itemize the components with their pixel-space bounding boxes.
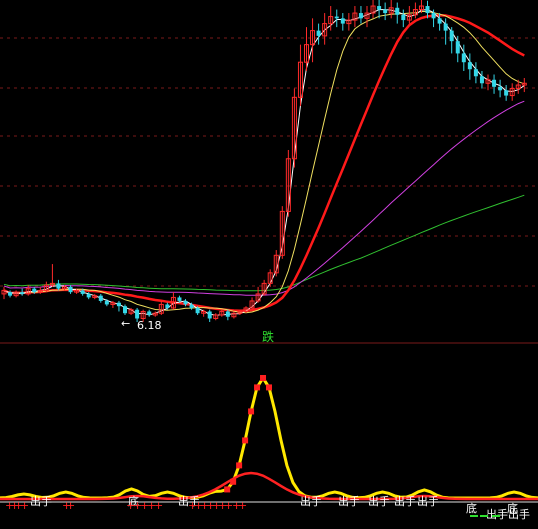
buy-marker: + — [66, 499, 75, 512]
candle-body — [443, 23, 448, 31]
candle-body — [116, 302, 121, 307]
candle-body — [98, 295, 103, 301]
green-marker — [492, 515, 500, 517]
ma-purple-line — [3, 100, 525, 296]
candle-body — [492, 79, 497, 87]
peak-marker — [224, 486, 231, 493]
candle-body — [123, 306, 127, 314]
ma-red-line — [3, 13, 525, 313]
candle-body — [8, 292, 13, 296]
candle-body — [20, 292, 25, 294]
chushou-label: 出手 — [368, 494, 390, 508]
indicator-panel — [0, 375, 538, 503]
candle-body — [316, 30, 321, 36]
candle-body — [334, 16, 339, 19]
low-arrow-icon: ← — [121, 317, 130, 330]
candle-body — [340, 18, 345, 24]
green-marker — [480, 515, 488, 517]
candle-body — [183, 300, 188, 305]
grid-lines — [0, 37, 538, 287]
candle-body — [195, 307, 200, 314]
peak-marker — [236, 462, 243, 469]
green-marker — [470, 515, 478, 517]
candle-body — [473, 69, 478, 77]
candlestick-series — [1, 0, 527, 322]
candle-body — [56, 283, 61, 289]
di-label: 底 — [466, 501, 477, 515]
peak-marker — [260, 375, 267, 381]
candle-body — [401, 14, 406, 21]
candle-body — [225, 311, 230, 317]
buy-marker: + — [20, 499, 29, 512]
stock-chart: 6.18 ← 跌 出手 出手 出手 出手 出手 出手 出手出手 出手底底 底++++ ++ ++++… — [0, 0, 538, 521]
candle-body — [425, 6, 430, 14]
peak-marker — [254, 384, 261, 391]
chushou-label: 出手 — [300, 494, 322, 508]
chushou-label: 出手 — [394, 494, 416, 508]
candle-body — [479, 76, 484, 84]
peak-marker — [248, 408, 255, 415]
candle-body — [86, 293, 91, 298]
peak-marker — [242, 437, 249, 444]
candle-body — [461, 53, 466, 63]
buy-marker: + — [238, 499, 247, 512]
buy-marker: + — [154, 499, 163, 512]
chushou-label: 出手 — [417, 494, 439, 508]
peak-marker — [230, 478, 237, 485]
low-price-annotation: 6.18 — [137, 319, 162, 332]
candle-body — [165, 304, 170, 308]
candle-body — [455, 41, 460, 54]
candle-body — [189, 304, 194, 308]
ma-green-line — [3, 194, 525, 292]
candle-body — [383, 9, 388, 14]
candle-body — [177, 297, 182, 301]
candle-body — [377, 6, 382, 10]
candle-body — [358, 13, 363, 19]
candle-body — [32, 288, 37, 293]
candle-body — [504, 90, 509, 96]
chushou-label: 出手 — [30, 494, 52, 508]
candle-body — [135, 309, 140, 319]
candle-body — [498, 86, 503, 91]
ma-white-line — [3, 9, 525, 316]
candle-body — [449, 30, 454, 42]
candle-body — [104, 300, 109, 305]
chushou-label: 出手 — [486, 507, 508, 521]
candle-body — [437, 18, 442, 24]
candle-body — [207, 311, 212, 319]
moving-average-lines — [3, 9, 525, 316]
candle-body — [467, 62, 472, 70]
candle-body — [147, 311, 152, 315]
candle-body — [395, 7, 400, 15]
chushou-label: 出手 — [338, 494, 360, 508]
candle-body — [80, 290, 85, 294]
candle-body — [431, 13, 436, 19]
di-label: 底 — [507, 501, 518, 515]
candle-body — [68, 286, 73, 293]
indicator-top-label: 跌 — [262, 329, 274, 344]
peak-marker — [266, 384, 272, 391]
ma-yellow-line — [3, 11, 525, 314]
